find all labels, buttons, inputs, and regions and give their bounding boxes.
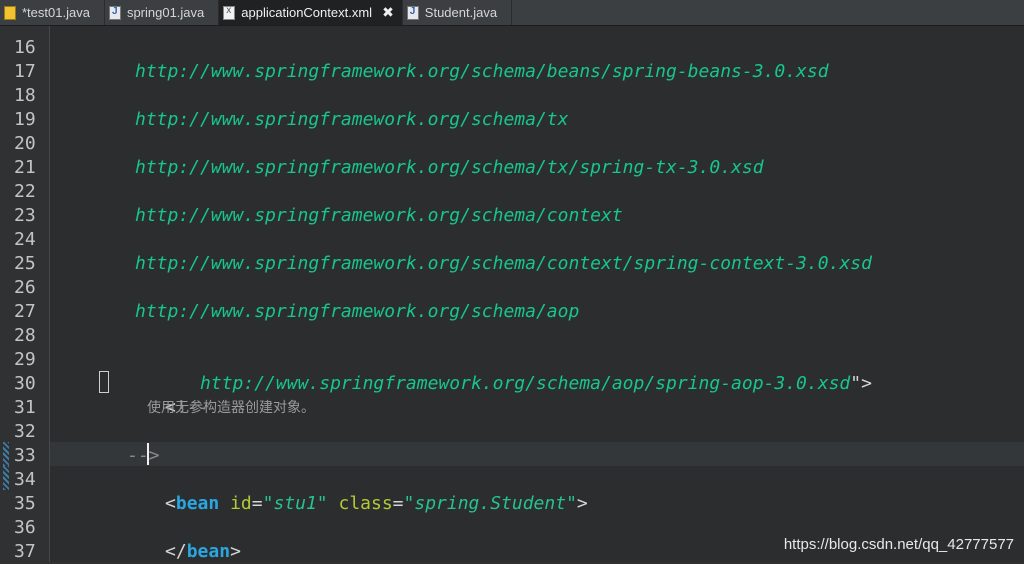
tab-applicationcontext-xml[interactable]: applicationContext.xml ✖ [219,0,403,25]
code-line-27: http://www.springframework.org/schema/ao… [135,300,579,324]
code-area[interactable]: http://www.springframework.org/schema/be… [50,26,1024,562]
line-number: 33 [14,444,36,468]
line-number: 23 [14,204,36,228]
java-file-icon [407,6,419,20]
tag-gt: > [577,493,588,514]
line-number: 26 [14,276,36,300]
line-number: 30 [14,372,36,396]
matching-bracket-highlight [99,371,109,393]
code-line-34: <bean id="stu1" class="spring.Student"> [100,468,588,492]
line-number-gutter: 16 17 18 19 20 21 22 23 24 25 26 27 28 2… [0,26,50,562]
code-line-31-comment: 使用无参构造器创建对象。 [147,396,315,420]
attr-value: "spring.Student" [404,493,577,514]
line-number: 32 [14,420,36,444]
attr-name: class [338,493,392,514]
tag-name: bean [176,493,219,514]
xml-file-icon [223,6,235,20]
attr-eq: = [393,493,404,514]
close-icon[interactable]: ✖ [382,4,394,21]
line-number: 24 [14,228,36,252]
attr-name: id [230,493,252,514]
line-number: 21 [14,156,36,180]
line-number: 22 [14,180,36,204]
line-number: 25 [14,252,36,276]
code-line-25: http://www.springframework.org/schema/co… [135,252,872,276]
line-number: 18 [14,84,36,108]
code-line-19: http://www.springframework.org/schema/tx [135,108,568,132]
attr-eq: = [252,493,263,514]
code-line-30: <!-- [100,372,208,396]
code-line-23: http://www.springframework.org/schema/co… [135,204,623,228]
code-line-21: http://www.springframework.org/schema/tx… [135,156,764,180]
code-editor[interactable]: 16 17 18 19 20 21 22 23 24 25 26 27 28 2… [0,26,1024,562]
line-number: 19 [14,108,36,132]
tab-label: applicationContext.xml [241,5,372,20]
code-line-29: http://www.springframework.org/schema/ao… [135,348,872,372]
line-number: 35 [14,492,36,516]
java-file-icon [109,6,121,20]
line-number: 29 [14,348,36,372]
tag-close: "> [850,373,872,394]
attr-value: "stu1" [263,493,328,514]
change-marker [3,466,9,490]
line-number: 37 [14,540,36,564]
line-number: 34 [14,468,36,492]
schema-url: http://www.springframework.org/schema/ao… [200,373,850,394]
line-number: 36 [14,516,36,540]
text-caret [147,443,149,465]
change-marker [3,442,9,466]
line-number: 20 [14,132,36,156]
code-line-17: http://www.springframework.org/schema/be… [135,60,829,84]
editor-tab-bar: *test01.java spring01.java applicationCo… [0,0,1024,26]
tag-gt: > [230,541,241,562]
tab-test01-java[interactable]: *test01.java [0,0,105,25]
tab-label: spring01.java [127,5,204,20]
line-number: 28 [14,324,36,348]
watermark: https://blog.csdn.net/qq_42777577 [784,536,1014,553]
line-number: 31 [14,396,36,420]
tab-label: *test01.java [22,5,90,20]
code-line-36: </bean> [100,516,241,540]
code-line-37: </beans> [52,540,204,562]
line-number: 16 [14,36,36,60]
tab-student-java[interactable]: Student.java [403,0,512,25]
java-error-file-icon [4,6,16,20]
tab-spring01-java[interactable]: spring01.java [105,0,219,25]
line-number: 17 [14,60,36,84]
tag-lt: < [165,493,176,514]
tab-label: Student.java [425,5,497,20]
code-line-33: --> [127,444,160,468]
line-number: 27 [14,300,36,324]
